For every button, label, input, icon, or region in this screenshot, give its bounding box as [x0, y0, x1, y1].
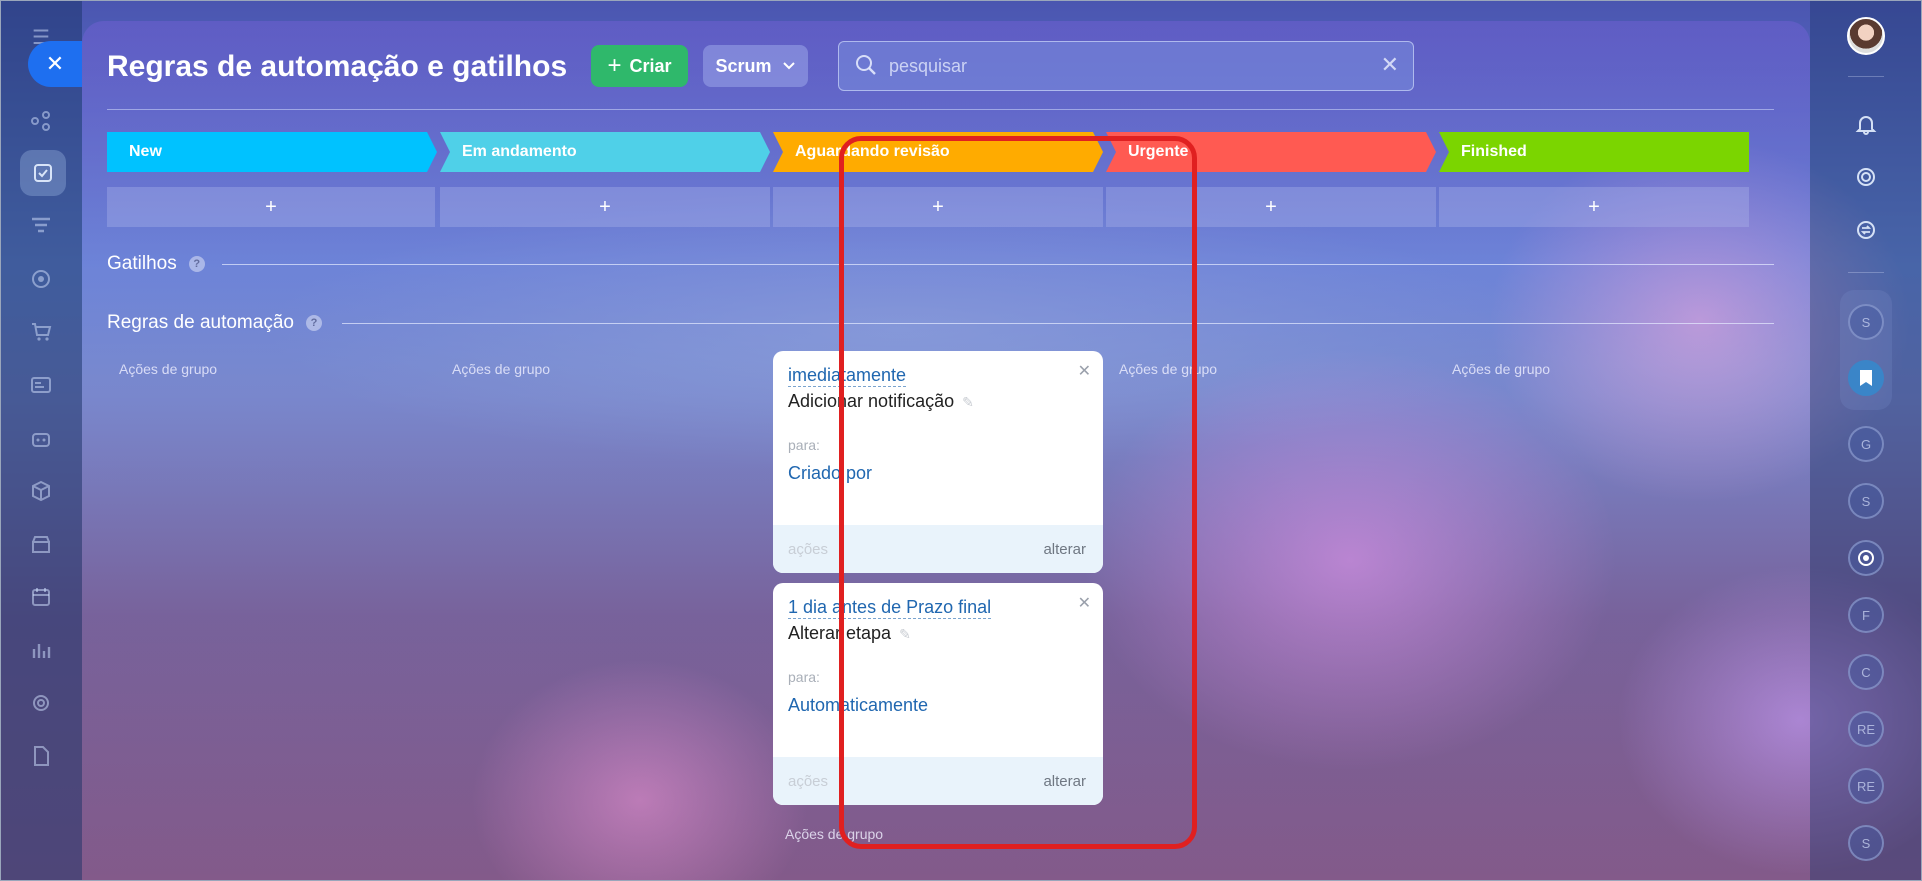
- close-button[interactable]: ✕: [28, 41, 82, 87]
- stage-label: Em andamento: [462, 143, 577, 160]
- chevron-down-icon: [782, 62, 795, 70]
- bookmark-button[interactable]: [1848, 360, 1884, 396]
- badge-label: F: [1862, 607, 1870, 623]
- clear-search-icon[interactable]: ✕: [1381, 52, 1399, 78]
- filter-icon[interactable]: [26, 211, 56, 241]
- automation-panel: Regras de automação e gatilhos + Criar S…: [82, 21, 1810, 881]
- add-trigger-button[interactable]: +: [107, 187, 435, 227]
- stage-label: Finished: [1461, 143, 1527, 160]
- cart-icon[interactable]: [26, 317, 56, 347]
- scrum-dropdown[interactable]: Scrum: [703, 45, 808, 87]
- chat-sync-icon[interactable]: [1850, 214, 1882, 246]
- robot-icon[interactable]: [26, 423, 56, 453]
- contact-badge[interactable]: S: [1848, 825, 1884, 861]
- section-label: Regras de automação: [107, 312, 294, 333]
- rule-actions-link[interactable]: ações: [788, 541, 828, 558]
- bookmark-icon: [1860, 370, 1872, 386]
- triggers-section-title: Gatilhos ?: [107, 253, 205, 275]
- scrum-label: Scrum: [715, 55, 772, 76]
- section-label: Gatilhos: [107, 253, 177, 274]
- plus-icon: +: [1265, 195, 1277, 218]
- card-icon[interactable]: [26, 370, 56, 400]
- contact-badge[interactable]: G: [1848, 426, 1884, 462]
- target-icon[interactable]: [26, 264, 56, 294]
- highlight-outline: [839, 136, 1197, 849]
- add-trigger-button[interactable]: +: [1439, 187, 1749, 227]
- contact-badge[interactable]: C: [1848, 654, 1884, 690]
- plus-icon: +: [1588, 195, 1600, 218]
- badge-label: S: [1861, 493, 1871, 509]
- close-icon: ✕: [45, 51, 65, 76]
- calendar-icon[interactable]: [26, 582, 56, 612]
- badge-label: C: [1861, 664, 1871, 680]
- rule-actions-link[interactable]: ações: [788, 773, 828, 790]
- search-box: ✕: [838, 41, 1414, 91]
- badge-label: G: [1860, 436, 1872, 452]
- badge-label: S: [1861, 835, 1871, 851]
- right-sidebar: S G S F C RE RE S: [1810, 0, 1922, 881]
- group-actions-link[interactable]: Ações de grupo: [452, 361, 550, 377]
- group-actions-link[interactable]: Ações de grupo: [1452, 361, 1550, 377]
- stage-finished[interactable]: Finished: [1439, 132, 1749, 172]
- copilot-button[interactable]: [1848, 540, 1884, 576]
- contact-badge[interactable]: F: [1848, 597, 1884, 633]
- page-title: Regras de automação e gatilhos: [107, 50, 568, 83]
- badge-label: RE: [1856, 721, 1876, 737]
- sidebar-divider: [1848, 272, 1884, 273]
- rules-section-title: Regras de automação ?: [107, 312, 322, 334]
- plus-icon: +: [607, 52, 622, 79]
- plus-icon: +: [599, 195, 611, 218]
- badge-label: S: [1861, 314, 1871, 330]
- header-divider: [107, 109, 1774, 110]
- tasks-icon[interactable]: [20, 150, 66, 196]
- feed-icon[interactable]: [26, 106, 56, 136]
- stage-em-andamento[interactable]: Em andamento: [440, 132, 770, 172]
- contact-badge[interactable]: S: [1848, 483, 1884, 519]
- chart-icon[interactable]: [26, 635, 56, 665]
- create-label: Criar: [629, 55, 672, 76]
- target-icon[interactable]: [1850, 161, 1882, 193]
- copilot-icon: [1858, 550, 1874, 566]
- help-icon[interactable]: ?: [188, 256, 205, 272]
- badge-label: RE: [1856, 778, 1876, 794]
- add-trigger-button[interactable]: +: [440, 187, 770, 227]
- settings-icon[interactable]: [26, 688, 56, 718]
- stage-label: New: [129, 143, 162, 160]
- plus-icon: +: [265, 195, 277, 218]
- avatar[interactable]: [1847, 17, 1885, 55]
- store-icon[interactable]: [26, 529, 56, 559]
- box-icon[interactable]: [26, 476, 56, 506]
- contact-badge[interactable]: RE: [1848, 711, 1884, 747]
- document-icon[interactable]: [26, 741, 56, 771]
- sidebar-divider: [1848, 76, 1884, 77]
- stage-new[interactable]: New: [107, 132, 437, 172]
- rule-to-label: para:: [788, 437, 820, 453]
- create-button[interactable]: + Criar: [591, 45, 688, 87]
- left-sidebar: ☰: [0, 0, 82, 881]
- bell-icon[interactable]: [1850, 108, 1882, 140]
- contact-badge[interactable]: S: [1848, 304, 1884, 340]
- group-actions-link[interactable]: Ações de grupo: [119, 361, 217, 377]
- search-input[interactable]: [889, 50, 1359, 82]
- help-icon[interactable]: ?: [305, 315, 322, 331]
- rule-to-label: para:: [788, 669, 820, 685]
- contact-badge[interactable]: RE: [1848, 768, 1884, 804]
- search-icon: [856, 55, 876, 75]
